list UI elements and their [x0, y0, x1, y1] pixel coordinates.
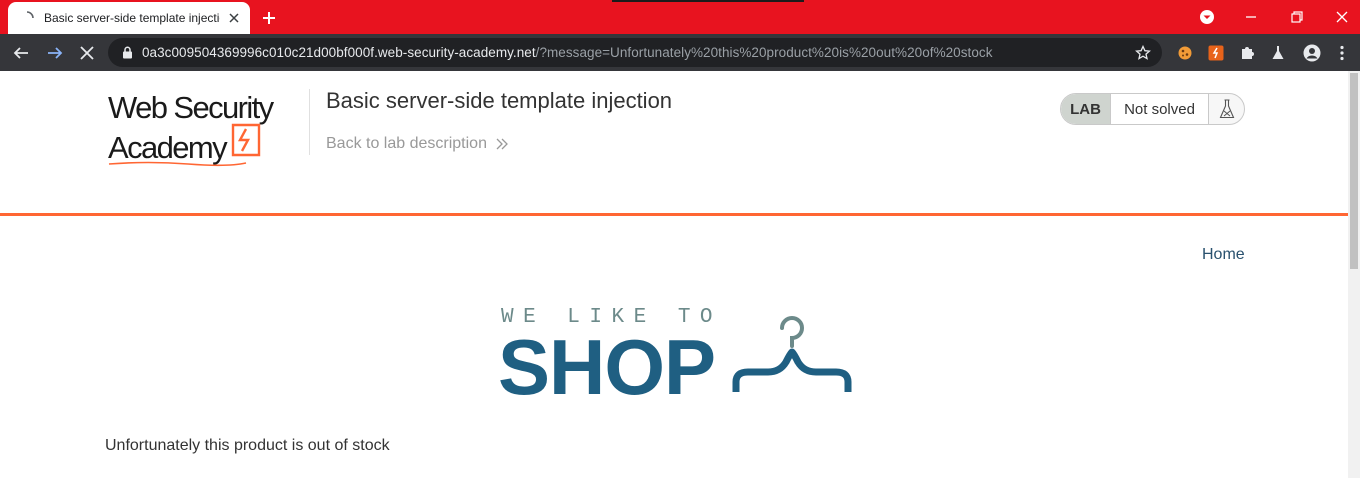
profile-menu-icon[interactable] — [1195, 5, 1219, 29]
url-path: /?message=Unfortunately%20this%20product… — [535, 45, 993, 60]
header-divider — [309, 89, 310, 155]
page-scrollbar[interactable] — [1348, 71, 1360, 478]
browser-tab-active[interactable]: Basic server-side template injection — [8, 2, 250, 34]
close-tab-icon[interactable] — [226, 10, 242, 26]
logo-lightning-icon — [229, 123, 261, 162]
back-to-lab-description-link[interactable]: Back to lab description — [326, 135, 509, 153]
double-chevron-right-icon — [495, 138, 509, 150]
shop-logo-word: SHOP — [498, 323, 716, 411]
window-drag-strip — [612, 0, 804, 2]
lab-title: Basic server-side template injection — [326, 88, 673, 113]
kebab-menu-icon[interactable] — [1332, 43, 1352, 63]
burp-extension-icon[interactable] — [1206, 43, 1226, 63]
stock-message: Unfortunately this product is out of sto… — [105, 437, 390, 454]
lock-icon[interactable] — [120, 46, 134, 60]
lab-status-label: Not solved — [1110, 94, 1209, 124]
browser-tab-bar: Basic server-side template injection — [0, 0, 1360, 34]
lab-badge: LAB — [1061, 94, 1110, 124]
academy-lab-header: Web Security Academy Basic server-side t… — [0, 71, 1348, 216]
restore-icon[interactable] — [1285, 5, 1309, 29]
close-window-icon[interactable] — [1330, 5, 1354, 29]
clothes-hanger-icon — [732, 316, 852, 392]
back-link-label: Back to lab description — [326, 135, 487, 152]
we-like-to-shop-logo: WE LIKE TO SHOP — [498, 306, 858, 406]
flask-icon — [1209, 99, 1244, 119]
browser-toolbar: 0a3c009504369996c010c21d00bf000f.web-sec… — [0, 34, 1360, 71]
loading-spinner-icon — [20, 11, 34, 25]
home-link[interactable]: Home — [1202, 246, 1245, 264]
lab-flask-icon[interactable] — [1268, 43, 1288, 63]
cookie-extension-icon[interactable] — [1175, 43, 1195, 63]
url-host: 0a3c009504369996c010c21d00bf000f.web-sec… — [142, 45, 536, 60]
web-security-academy-logo[interactable]: Web Security Academy — [108, 90, 274, 167]
address-bar[interactable]: 0a3c009504369996c010c21d00bf000f.web-sec… — [108, 38, 1162, 67]
bookmark-star-icon[interactable] — [1134, 44, 1152, 62]
profile-avatar-icon[interactable] — [1302, 43, 1322, 63]
new-tab-button[interactable] — [258, 7, 280, 29]
lab-status-widget: LAB Not solved — [1060, 93, 1245, 125]
logo-line-1: Web Security — [108, 90, 274, 125]
scrollbar-thumb[interactable] — [1350, 73, 1358, 269]
tab-title: Basic server-side template injection — [44, 11, 221, 25]
minimize-icon[interactable] — [1239, 5, 1263, 29]
logo-line-2: Academy — [108, 130, 228, 165]
url-text: 0a3c009504369996c010c21d00bf000f.web-sec… — [142, 45, 993, 60]
extensions-puzzle-icon[interactable] — [1237, 43, 1257, 63]
stop-loading-icon[interactable] — [74, 40, 100, 66]
forward-arrow-icon[interactable] — [42, 40, 68, 66]
back-arrow-icon[interactable] — [8, 40, 34, 66]
